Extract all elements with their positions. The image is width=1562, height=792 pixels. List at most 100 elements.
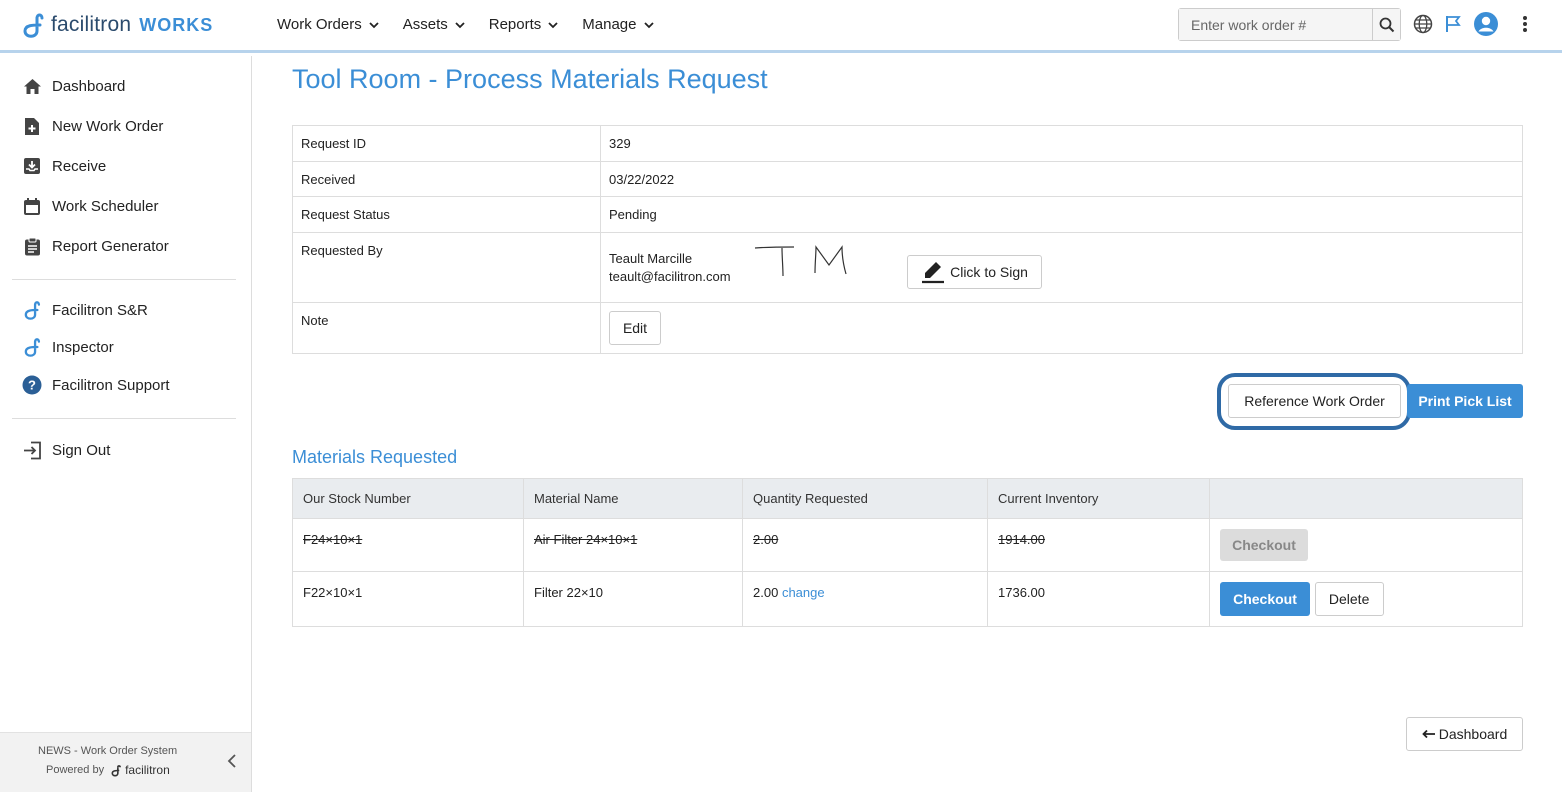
work-order-search-input[interactable] — [1179, 9, 1372, 40]
column-header: Material Name — [523, 478, 743, 519]
file-plus-icon — [22, 116, 42, 136]
column-header: Quantity Requested — [742, 478, 988, 519]
click-to-sign-button[interactable]: Click to Sign — [907, 255, 1042, 289]
home-icon — [22, 76, 42, 96]
calendar-icon — [22, 196, 42, 216]
back-button-label: Dashboard — [1438, 726, 1508, 742]
checkout-button-disabled: Checkout — [1220, 529, 1308, 561]
current-inventory: 1914.00 — [987, 518, 1210, 572]
stock-number: F24×10×1 — [292, 518, 524, 572]
materials-table: Our Stock Number Material Name Quantity … — [292, 478, 1523, 627]
page-title: Tool Room - Process Materials Request — [292, 64, 768, 94]
requester-name: Teault Marcille — [609, 251, 693, 266]
table-row: F24×10×1 Air Filter 24×10×1 2.00 1914.00… — [292, 518, 1523, 572]
requested-by-cell: Teault Marcille teault@facilitron.com Cl… — [600, 232, 1523, 303]
sidebar-item-dashboard[interactable]: Dashboard — [22, 76, 125, 96]
sidebar-item-receive[interactable]: Receive — [22, 156, 106, 176]
info-row-status: Request Status Pending — [292, 196, 1523, 233]
brand-name: facilitron — [51, 13, 132, 36]
powered-by-brand-name: facilitron — [125, 763, 170, 777]
actions-cell: Checkout — [1209, 518, 1523, 572]
nav-work-orders[interactable]: Work Orders — [277, 16, 380, 33]
globe-icon — [1413, 14, 1433, 34]
facilitron-logo-icon — [111, 764, 122, 776]
facilitron-icon — [22, 300, 42, 320]
quantity-requested: 2.00 — [742, 518, 988, 572]
flag-button[interactable] — [1441, 12, 1465, 36]
stock-number: F22×10×1 — [292, 571, 524, 627]
more-options-button[interactable] — [1513, 12, 1537, 36]
sidebar-link-facilitron-sr[interactable]: Facilitron S&R — [22, 300, 148, 320]
column-header — [1209, 478, 1523, 519]
sidebar-item-label: New Work Order — [52, 117, 164, 135]
info-label: Request Status — [292, 196, 601, 233]
more-vertical-icon — [1523, 16, 1527, 32]
info-row-received: Received 03/22/2022 — [292, 161, 1523, 197]
info-row-note: Note Edit — [292, 302, 1523, 354]
column-header: Our Stock Number — [292, 478, 524, 519]
sidebar-item-work-scheduler[interactable]: Work Scheduler — [22, 196, 158, 216]
sidebar: Dashboard New Work Order Receive Work Sc… — [0, 56, 252, 792]
material-name: Filter 22×10 — [523, 571, 743, 627]
facilitron-icon — [22, 337, 42, 357]
powered-by: Powered by facilitron — [46, 763, 170, 777]
note-cell: Edit — [600, 302, 1523, 354]
search-icon — [1379, 17, 1394, 32]
back-to-dashboard-button[interactable]: Dashboard — [1406, 717, 1523, 751]
sidebar-item-new-work-order[interactable]: New Work Order — [22, 116, 163, 136]
powered-by-label: Powered by — [46, 764, 105, 776]
sidebar-link-inspector[interactable]: Inspector — [22, 337, 114, 357]
request-info-table: Request ID 329 Received 03/22/2022 Reque… — [292, 125, 1523, 354]
edit-note-button[interactable]: Edit — [609, 311, 661, 345]
change-quantity-link[interactable]: change — [782, 585, 825, 600]
sidebar-link-facilitron-support[interactable]: ? Facilitron Support — [22, 375, 170, 395]
nav-manage[interactable]: Manage — [582, 16, 654, 33]
facilitron-works-logo[interactable]: facilitron WORKS — [20, 11, 213, 39]
status-value: Pending — [600, 196, 1523, 233]
nav-label: Reports — [488, 16, 542, 33]
sidebar-item-report-generator[interactable]: Report Generator — [22, 236, 169, 256]
checkout-button[interactable]: Checkout — [1220, 582, 1310, 616]
sidebar-item-label: Work Scheduler — [52, 197, 159, 215]
table-header-row: Our Stock Number Material Name Quantity … — [292, 478, 1523, 519]
brand-suffix: WORKS — [139, 14, 214, 35]
received-value: 03/22/2022 — [600, 161, 1523, 197]
column-header: Current Inventory — [987, 478, 1210, 519]
language-button[interactable] — [1411, 12, 1435, 36]
user-menu-button[interactable] — [1473, 11, 1499, 37]
actions-cell: Checkout Delete — [1209, 571, 1523, 627]
print-pick-list-button[interactable]: Print Pick List — [1407, 384, 1523, 418]
collapse-sidebar-icon[interactable] — [227, 753, 237, 769]
quantity-cell: 2.00 change — [742, 571, 988, 627]
inbox-icon — [22, 156, 42, 176]
info-row-request-id: Request ID 329 — [292, 125, 1523, 162]
nav-assets[interactable]: Assets — [403, 16, 466, 33]
request-id-value: 329 — [600, 125, 1523, 162]
facilitron-logo-icon — [23, 13, 44, 38]
search-button[interactable] — [1372, 9, 1400, 40]
top-bar: facilitron WORKS Work Orders Assets Repo… — [0, 0, 1562, 53]
reference-work-order-button[interactable]: Reference Work Order — [1228, 384, 1401, 418]
sidebar-item-label: Sign Out — [52, 441, 111, 459]
sign-out-icon — [22, 440, 42, 460]
pen-sign-icon — [922, 262, 945, 284]
current-inventory: 1736.00 — [987, 571, 1210, 627]
chevron-down-icon — [548, 21, 558, 28]
clipboard-icon — [22, 236, 42, 256]
sidebar-item-label: Facilitron Support — [52, 376, 170, 394]
sidebar-divider — [12, 279, 236, 280]
sidebar-item-label: Facilitron S&R — [52, 301, 148, 319]
info-label: Note — [292, 302, 601, 354]
system-name: NEWS - Work Order System — [38, 745, 178, 757]
main-nav: Work Orders Assets Reports Manage — [277, 16, 678, 33]
user-avatar-icon — [1474, 12, 1498, 36]
sidebar-item-sign-out[interactable]: Sign Out — [22, 440, 110, 460]
info-label: Requested By — [292, 232, 601, 303]
nav-reports[interactable]: Reports — [489, 16, 560, 33]
sidebar-divider — [12, 418, 236, 419]
delete-button[interactable]: Delete — [1314, 582, 1384, 616]
info-label: Received — [292, 161, 601, 197]
requester-email: teault@facilitron.com — [609, 269, 731, 284]
quantity-requested: 2.00 — [753, 585, 779, 600]
nav-label: Manage — [582, 16, 637, 33]
